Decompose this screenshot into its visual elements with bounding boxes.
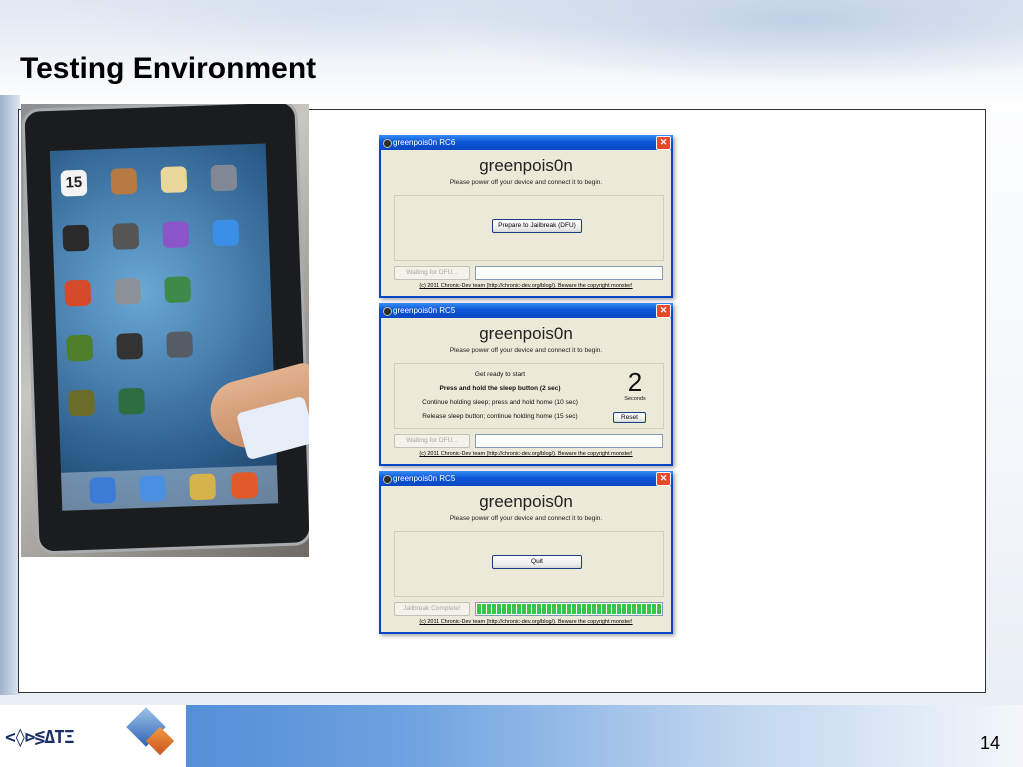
step-item: Get ready to start — [474, 371, 526, 378]
greenpois0n-window-rc6[interactable]: greenpois0n RC6 ✕ greenpois0n Please pow… — [379, 135, 673, 298]
company-logo: <◊⊳≶ΔΤΞ — [0, 705, 186, 767]
step-item: Release sleep button; continue holding h… — [422, 413, 578, 420]
close-button[interactable]: ✕ — [656, 472, 671, 486]
close-button[interactable]: ✕ — [656, 304, 671, 318]
app-heading: greenpois0n — [479, 324, 573, 343]
app-icon — [383, 139, 392, 148]
prepare-jailbreak-button[interactable]: Prepare to Jailbreak (DFU) — [492, 219, 582, 233]
instructions: Please power off your device and connect… — [449, 347, 603, 354]
app-icon — [210, 164, 238, 192]
calendar-icon: 15 — [60, 169, 88, 197]
dfu-step-list: Get ready to start Press and hold the sl… — [395, 368, 605, 424]
status-button: Waiting for DFU... — [394, 434, 470, 448]
footer-link[interactable]: (c) 2011 Chronic-Dev team (http://chroni… — [381, 283, 671, 289]
app-icon-6 — [118, 387, 146, 415]
ipad-dock — [61, 465, 279, 511]
mail-icon — [139, 475, 167, 503]
shield-icon — [68, 389, 96, 417]
app-icon-3 — [164, 276, 192, 304]
terminal-icon — [116, 332, 144, 360]
window-titlebar[interactable]: greenpois0n RC5 ✕ — [379, 471, 673, 486]
slide-title: Testing Environment — [20, 52, 317, 85]
notes-icon — [160, 166, 188, 194]
countdown-unit: Seconds — [624, 396, 646, 402]
countdown: 2 Seconds — [613, 368, 657, 402]
window-title: greenpois0n RC6 — [393, 138, 456, 147]
action-panel: Prepare to Jailbreak (DFU) — [394, 195, 664, 261]
app-icon — [383, 307, 392, 316]
window-title: greenpois0n RC5 — [393, 474, 456, 483]
greenpois0n-window-complete[interactable]: greenpois0n RC5 ✕ greenpois0n Please pow… — [379, 471, 673, 634]
dfu-steps-panel: Get ready to start Press and hold the sl… — [394, 363, 664, 429]
ipod-icon — [231, 471, 259, 499]
logo-wordmark: <◊⊳≶ΔΤΞ — [5, 727, 75, 748]
action-panel: Quit — [394, 531, 664, 597]
status-button: Jailbreak Complete! — [394, 602, 470, 616]
app-icon — [383, 475, 392, 484]
page-number: 14 — [980, 733, 1001, 753]
instructions: Please power off your device and connect… — [449, 179, 603, 186]
window-titlebar[interactable]: greenpois0n RC5 ✕ — [379, 303, 673, 318]
status-field — [475, 266, 663, 280]
ipad-homescreen: 15 — [49, 143, 279, 511]
app-icon-5 — [166, 331, 194, 359]
ipad-photo: 15 — [21, 104, 309, 557]
appstore-icon — [212, 219, 240, 247]
reset-button[interactable]: Reset — [613, 412, 646, 423]
footer-link[interactable]: (c) 2011 Chronic-Dev team (http://chroni… — [381, 451, 671, 457]
safari-icon — [89, 476, 117, 504]
instructions: Please power off your device and connect… — [449, 515, 603, 522]
status-button: Waiting for DFU... — [394, 266, 470, 280]
itunes-icon — [162, 221, 190, 249]
settings-icon — [114, 277, 142, 305]
progress-field — [475, 602, 663, 616]
window-title: greenpois0n RC5 — [393, 306, 456, 315]
app-heading: greenpois0n — [479, 492, 573, 511]
footer-link[interactable]: (c) 2011 Chronic-Dev team (http://chroni… — [381, 619, 671, 625]
quit-button[interactable]: Quit — [492, 555, 582, 569]
ipad-device: 15 — [21, 104, 309, 555]
step-item: Continue holding sleep; press and hold h… — [422, 399, 578, 406]
close-button[interactable]: ✕ — [656, 136, 671, 150]
progress-bar — [477, 604, 661, 614]
contacts-icon — [110, 167, 138, 195]
photos-icon — [112, 222, 140, 250]
photos-dock-icon — [189, 473, 217, 501]
left-accent-band — [0, 95, 20, 695]
greenpois0n-window-countdown[interactable]: greenpois0n RC5 ✕ greenpois0n Please pow… — [379, 303, 673, 466]
app-heading: greenpois0n — [479, 156, 573, 175]
app-icon-2 — [64, 279, 92, 307]
status-field — [475, 434, 663, 448]
countdown-value: 2 — [627, 367, 643, 397]
videos-icon — [62, 224, 90, 252]
app-icon-4 — [66, 334, 94, 362]
window-titlebar[interactable]: greenpois0n RC6 ✕ — [379, 135, 673, 150]
step-item-active: Press and hold the sleep button (2 sec) — [439, 385, 561, 392]
